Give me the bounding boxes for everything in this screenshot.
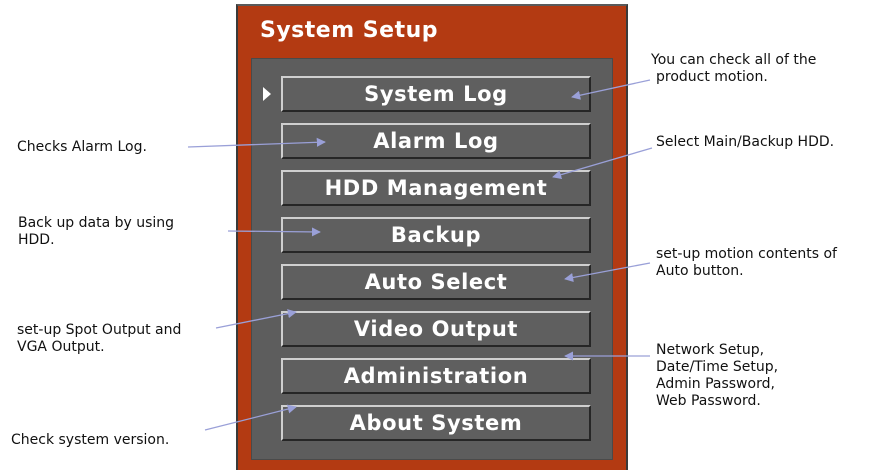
callout-line: Check system version.	[11, 432, 170, 448]
callout-line: VGA Output.	[17, 339, 105, 355]
callout-line: set-up Spot Output and	[17, 322, 182, 338]
menu-item-label: About System	[349, 411, 523, 435]
callout-line: Select Main/Backup HDD.	[656, 134, 835, 150]
callout-line: Network Setup,	[656, 342, 765, 358]
menu-item-alarm-log[interactable]: Alarm Log	[281, 123, 591, 159]
callout-line: Auto button.	[656, 263, 744, 279]
callout-auto-select: set-up motion contents of Auto button.	[656, 246, 837, 280]
callout-backup: Back up data by using HDD.	[18, 215, 174, 249]
menu-panel: System Log Alarm Log HDD Management Back…	[251, 58, 613, 460]
callout-about-system: Check system version.	[11, 432, 169, 449]
menu-item-administration[interactable]: Administration	[281, 358, 591, 394]
callout-line: Date/Time Setup,	[656, 359, 779, 375]
menu-item-hdd-management[interactable]: HDD Management	[281, 170, 591, 206]
callout-line: Checks Alarm Log.	[17, 139, 147, 155]
callout-line: HDD.	[18, 232, 55, 248]
menu-item-label: Video Output	[353, 317, 519, 341]
window-title: System Setup	[260, 18, 438, 43]
menu-item-video-output[interactable]: Video Output	[281, 311, 591, 347]
menu-item-system-log[interactable]: System Log	[281, 76, 591, 112]
callout-video-output: set-up Spot Output and VGA Output.	[17, 322, 181, 356]
menu-item-label: Administration	[343, 364, 529, 388]
menu-item-label: Alarm Log	[373, 129, 499, 153]
callout-alarm-log: Checks Alarm Log.	[17, 139, 147, 156]
menu-item-label: Backup	[390, 223, 482, 247]
callout-hdd-management: Select Main/Backup HDD.	[656, 134, 834, 151]
system-setup-window: System Setup System Log Alarm Log HDD Ma…	[236, 4, 628, 470]
callout-line: You can check all of the	[651, 52, 817, 68]
callout-line: Web Password.	[656, 393, 761, 409]
callout-line: set-up motion contents of	[656, 246, 837, 262]
menu-item-label: HDD Management	[324, 176, 548, 200]
callout-line: Back up data by using	[18, 215, 175, 231]
menu-item-label: System Log	[364, 82, 508, 106]
callout-administration: Network Setup, Date/Time Setup, Admin Pa…	[656, 342, 778, 410]
menu-item-backup[interactable]: Backup	[281, 217, 591, 253]
menu-item-about-system[interactable]: About System	[281, 405, 591, 441]
callout-system-log: You can check all of the product motion.	[651, 52, 816, 86]
callout-line: Admin Password,	[656, 376, 775, 392]
selection-triangle-icon	[263, 87, 271, 101]
callout-line: product motion.	[656, 69, 768, 85]
menu-item-auto-select[interactable]: Auto Select	[281, 264, 591, 300]
menu-item-label: Auto Select	[364, 270, 508, 294]
